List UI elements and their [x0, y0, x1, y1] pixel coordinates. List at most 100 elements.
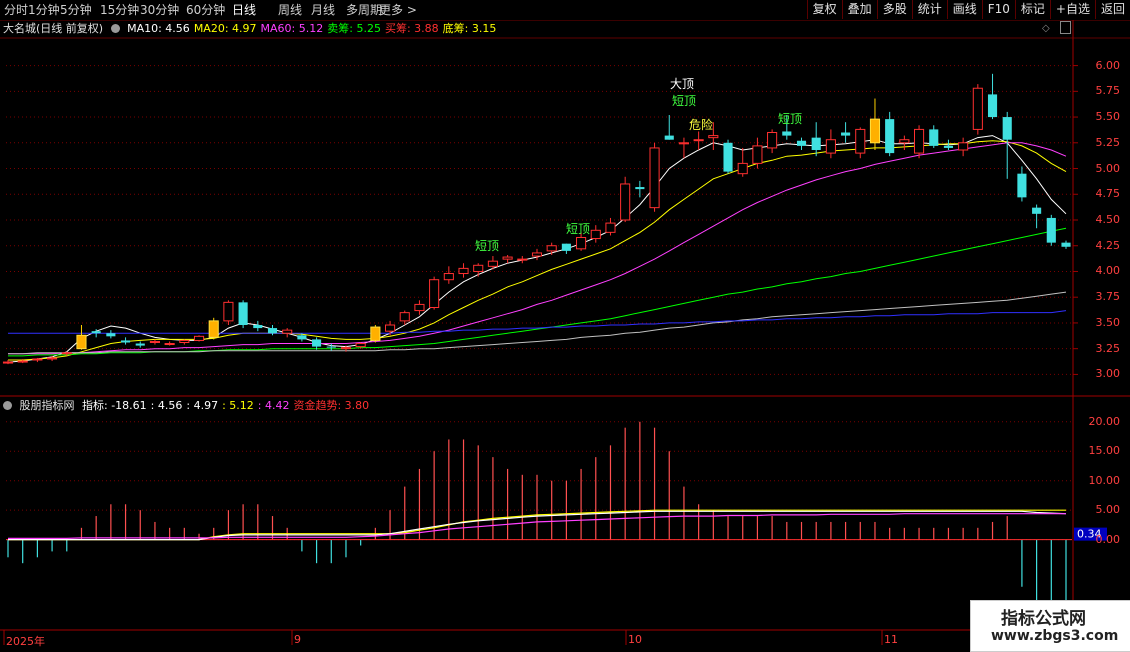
candle-body-up — [855, 128, 866, 154]
signal-label: 短顶 — [566, 222, 591, 236]
candle-body-down — [267, 328, 278, 334]
ma-line-2 — [8, 142, 1067, 355]
candle-body-up — [899, 139, 910, 144]
signal-label: 短顶 — [778, 112, 803, 126]
candle-body-signal — [208, 320, 219, 338]
kline-chart[interactable]: 0.34 — [0, 0, 1130, 650]
candle-body-up — [149, 340, 160, 343]
indicator-tick-label: 20.00 — [1088, 414, 1121, 428]
candle-body-up — [914, 128, 925, 154]
date-label: 10 — [628, 633, 642, 646]
candle-body-down — [253, 325, 263, 329]
candle-body-down — [238, 302, 248, 325]
candle-body-up — [385, 324, 396, 332]
ma-line-5 — [8, 310, 1067, 334]
price-tick-label: 3.75 — [1095, 290, 1121, 304]
candle-body-down — [121, 340, 131, 343]
candle-body-signal — [76, 334, 87, 350]
candle-body-down — [796, 140, 807, 146]
date-label: 9 — [294, 633, 301, 646]
indicator-tick-label: 15.00 — [1088, 444, 1121, 458]
candle-body-signal — [370, 326, 381, 341]
candle-body-down — [1061, 242, 1071, 247]
price-tick-label: 4.75 — [1095, 187, 1121, 201]
candle-body-up — [678, 142, 689, 145]
candle-body-up — [32, 358, 43, 361]
candle-body-signal — [869, 118, 881, 144]
candle-body-up — [605, 222, 616, 233]
candle-body-up — [958, 142, 969, 151]
candle-body-up — [61, 352, 72, 355]
date-label: 2025年 — [6, 635, 45, 648]
candle-body-up — [179, 339, 190, 343]
candle-body-up — [355, 343, 366, 348]
candle-body-down — [561, 243, 571, 251]
price-tick-label: 4.50 — [1095, 213, 1121, 226]
indicator-tick-label: 10.00 — [1088, 473, 1121, 487]
price-tick-label: 3.25 — [1095, 341, 1121, 355]
price-tick-label: 3.50 — [1095, 315, 1121, 329]
candle-body-up — [429, 279, 440, 308]
candle-body-down — [312, 339, 322, 347]
candle-body-down — [664, 135, 674, 140]
candle-body-up — [443, 273, 454, 281]
candle-body-down — [943, 145, 953, 148]
candle-body-down — [723, 142, 733, 172]
watermark-url: www.zbgs3.com — [991, 628, 1119, 644]
watermark-title: 指标公式网 — [1001, 609, 1086, 629]
price-tick-label: 4.25 — [1095, 238, 1121, 252]
candle-body-up — [458, 267, 469, 275]
candle-body-up — [487, 260, 498, 267]
candle-body-down — [782, 131, 792, 136]
date-label: 11 — [884, 633, 898, 646]
signal-label: 危险 — [689, 118, 714, 132]
candle-body-up — [693, 139, 704, 142]
candle-body-up — [502, 256, 513, 260]
candle-body-up — [737, 162, 748, 175]
candle-body-down — [297, 335, 307, 340]
candle-body-up — [752, 145, 763, 164]
candle-body-down — [1017, 173, 1027, 198]
price-tick-label: 5.00 — [1095, 161, 1121, 175]
candle-body-down — [635, 187, 645, 190]
candle-body-up — [282, 329, 293, 334]
candle-body-down — [885, 119, 895, 154]
candle-body-up — [473, 264, 484, 272]
candle-body-down — [1002, 117, 1012, 140]
candle-body-up — [164, 343, 175, 346]
candle-body-up — [2, 361, 14, 364]
candle-body-up — [17, 360, 28, 363]
ma-line-3 — [8, 227, 1067, 357]
price-tick-label: 5.25 — [1095, 135, 1121, 149]
candle-body-up — [590, 229, 601, 240]
candle-body-up — [193, 335, 205, 341]
price-tick-label: 3.00 — [1095, 367, 1121, 381]
price-tick-label: 5.75 — [1095, 84, 1121, 98]
candle-body-up — [576, 237, 587, 250]
candle-body-up — [399, 312, 410, 322]
candle-body-up — [767, 132, 778, 149]
candle-body-up — [517, 258, 528, 261]
candle-body-down — [1032, 207, 1042, 214]
indicator-tick-label: 0.00 — [1095, 532, 1121, 546]
candle-body-up — [708, 135, 719, 139]
candle-body-up — [47, 357, 58, 360]
candle-body-down — [987, 94, 998, 118]
candle-body-up — [340, 347, 352, 350]
candle-body-down — [841, 132, 851, 136]
signal-label: 短顶 — [672, 94, 697, 108]
candle-body-down — [326, 346, 336, 348]
candle-body-up — [620, 183, 631, 221]
candle-body-down — [811, 137, 821, 150]
candle-body-down — [106, 333, 116, 337]
candle-body-up — [972, 87, 983, 130]
signal-label: 大顶 — [670, 77, 695, 91]
price-tick-label: 4.00 — [1095, 264, 1121, 278]
candle-body-down — [929, 129, 939, 146]
candle-body-up — [223, 301, 234, 322]
candle-body-up — [531, 252, 543, 257]
price-tick-label: 5.50 — [1095, 110, 1121, 124]
candle-body-up — [825, 139, 836, 154]
signal-label: 短顶 — [475, 239, 500, 253]
candle-body-up — [649, 147, 660, 209]
